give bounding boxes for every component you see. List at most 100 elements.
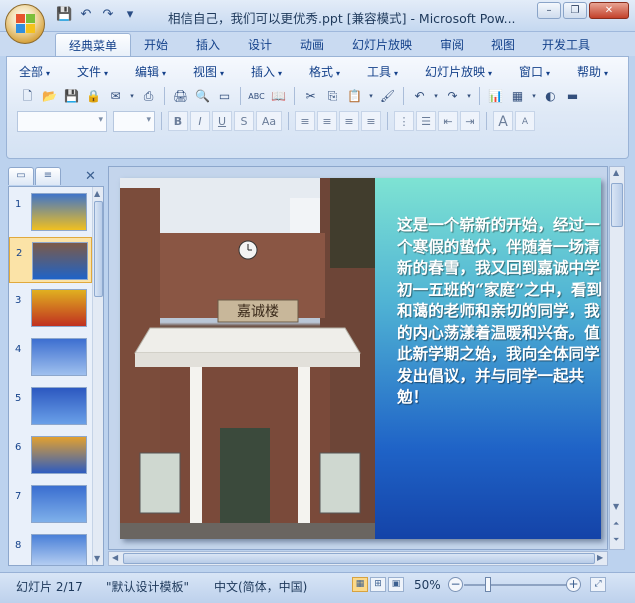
close-pane-icon[interactable]: ✕ [85,169,96,184]
restore-button[interactable]: ❐ [563,2,587,19]
save-icon[interactable]: 💾 [61,86,82,107]
slide-thumbnail[interactable]: 5 [9,383,92,429]
next-slide-icon[interactable]: ⏷ [613,535,619,545]
scrollbar-thumb[interactable] [611,183,623,227]
bullets-button[interactable]: ☰ [416,111,436,131]
justify-button[interactable]: ≡ [361,111,381,131]
slide-vertical-scrollbar[interactable]: ▲ ▼ ⏶ ⏷ [609,166,625,550]
slide-thumbnail[interactable]: 3 [9,285,92,331]
scrollbar-thumb[interactable] [94,201,103,297]
slide-sorter-view-icon[interactable]: ⊞ [370,577,386,592]
decrease-indent-button[interactable]: ⇤ [438,111,458,131]
print-preview-icon[interactable]: 🔍 [192,86,213,107]
redo-icon[interactable]: ↷ [100,7,116,23]
permission-icon[interactable]: 🔒 [83,86,104,107]
italic-button[interactable]: I [190,111,210,131]
undo-dropdown-icon[interactable]: ▾ [431,86,441,107]
undo-icon[interactable]: ↶ [78,7,94,23]
slide-horizontal-scrollbar[interactable]: ◀ ▶ [108,551,608,566]
numbering-button[interactable]: ⋮ [394,111,414,131]
menu-edit[interactable]: 编辑 ▾ [135,63,166,80]
copy-icon[interactable]: ⎘ [322,86,343,107]
previous-slide-icon[interactable]: ⏶ [613,519,619,529]
minimize-button[interactable]: – [537,2,561,19]
menu-format[interactable]: 格式 ▾ [309,63,340,80]
menu-view[interactable]: 视图 ▾ [193,63,224,80]
page-setup-icon[interactable]: ▭ [214,86,235,107]
fit-to-window-icon[interactable]: ⤢ [590,577,606,592]
slide-thumbnail[interactable]: 8 [9,530,92,565]
paste-dropdown-icon[interactable]: ▾ [366,86,376,107]
zoom-in-icon[interactable]: + [566,577,581,592]
office-button[interactable] [5,4,45,44]
tab-view[interactable]: 视图 [491,36,515,53]
print-icon[interactable]: 🖨 [170,86,191,107]
tab-home[interactable]: 开始 [144,36,168,53]
scroll-left-icon[interactable]: ◀ [112,553,118,562]
current-slide[interactable]: 嘉诚楼 这是一个崭新的开始，经过一个寒假的蛰伏，伴随着一场清新的春雪，我又回到嘉… [120,178,601,539]
menu-slideshow[interactable]: 幻灯片放映 ▾ [425,63,492,80]
insert-table-icon[interactable]: ▦ [507,86,528,107]
close-button[interactable]: ✕ [589,2,629,19]
new-icon[interactable]: 🗋 [17,86,38,107]
email-icon[interactable]: ✉ [105,86,126,107]
menu-help[interactable]: 帮助 ▾ [577,63,608,80]
table-dropdown-icon[interactable]: ▾ [529,86,539,107]
thumbnails-scrollbar[interactable]: ▲ ▼ [92,187,103,565]
underline-button[interactable]: U [212,111,232,131]
align-left-button[interactable]: ≡ [295,111,315,131]
slideshow-view-icon[interactable]: ▣ [388,577,404,592]
shadow-button[interactable]: S [234,111,254,131]
increase-indent-button[interactable]: ⇥ [460,111,480,131]
scroll-down-icon[interactable]: ▼ [613,502,619,511]
align-center-button[interactable]: ≡ [317,111,337,131]
shrink-font-button[interactable]: A [515,111,535,131]
open-icon[interactable]: 📂 [39,86,60,107]
zoom-level[interactable]: 50% [414,578,441,592]
scroll-down-icon[interactable]: ▼ [94,554,100,563]
tab-classic-menu[interactable]: 经典菜单 [55,33,132,58]
bold-button[interactable]: B [168,111,188,131]
menu-tools[interactable]: 工具 ▾ [367,63,398,80]
slides-tab-icon[interactable]: ▭ [8,167,34,185]
menu-window[interactable]: 窗口 ▾ [519,63,550,80]
slide-thumbnail[interactable]: 6 [9,432,92,478]
align-right-button[interactable]: ≡ [339,111,359,131]
menu-all[interactable]: 全部 ▾ [19,63,50,80]
zoom-out-icon[interactable]: − [448,577,463,592]
redo-dropdown-icon[interactable]: ▾ [464,86,474,107]
format-painter-icon[interactable]: 🖌 [377,86,398,107]
redo-icon[interactable]: ↷ [442,86,463,107]
scroll-up-icon[interactable]: ▲ [94,189,100,198]
slide-design-icon[interactable]: ▬ [562,86,583,107]
spelling-icon[interactable]: ABC [246,86,267,107]
scrollbar-thumb[interactable] [123,553,595,564]
undo-icon[interactable]: ↶ [409,86,430,107]
slide-thumbnail[interactable]: 4 [9,334,92,380]
email-dropdown-icon[interactable]: ▾ [127,86,137,107]
tab-design[interactable]: 设计 [248,36,272,53]
menu-file[interactable]: 文件 ▾ [77,63,108,80]
language-status[interactable]: 中文(简体，中国) [214,578,307,595]
tab-developer[interactable]: 开发工具 [542,36,590,53]
slide-thumbnail[interactable]: 7 [9,481,92,527]
scroll-up-icon[interactable]: ▲ [613,168,619,177]
insert-chart-icon[interactable]: 📊 [485,86,506,107]
zoom-slider-thumb[interactable] [485,577,491,592]
tab-slideshow[interactable]: 幻灯片放映 [352,36,412,53]
paste-icon[interactable]: 📋 [344,86,365,107]
tab-review[interactable]: 审阅 [440,36,464,53]
publish-icon[interactable]: ⎙ [138,86,159,107]
normal-view-icon[interactable]: ▦ [352,577,368,592]
slide-thumbnail-selected[interactable]: 2 [9,237,92,283]
slide-thumbnail[interactable]: 1 [9,189,92,235]
color-grayscale-icon[interactable]: ◐ [540,86,561,107]
tab-insert[interactable]: 插入 [196,36,220,53]
customize-qat-icon[interactable]: ▾ [122,7,138,23]
research-icon[interactable]: 📖 [268,86,289,107]
cut-icon[interactable]: ✂ [300,86,321,107]
change-case-button[interactable]: Aa [256,111,282,131]
zoom-slider[interactable] [464,584,572,586]
slide-body-text[interactable]: 这是一个崭新的开始，经过一个寒假的蛰伏，伴随着一场清新的春雪，我又回到嘉诚中学初… [397,214,601,408]
tab-animation[interactable]: 动画 [300,36,324,53]
